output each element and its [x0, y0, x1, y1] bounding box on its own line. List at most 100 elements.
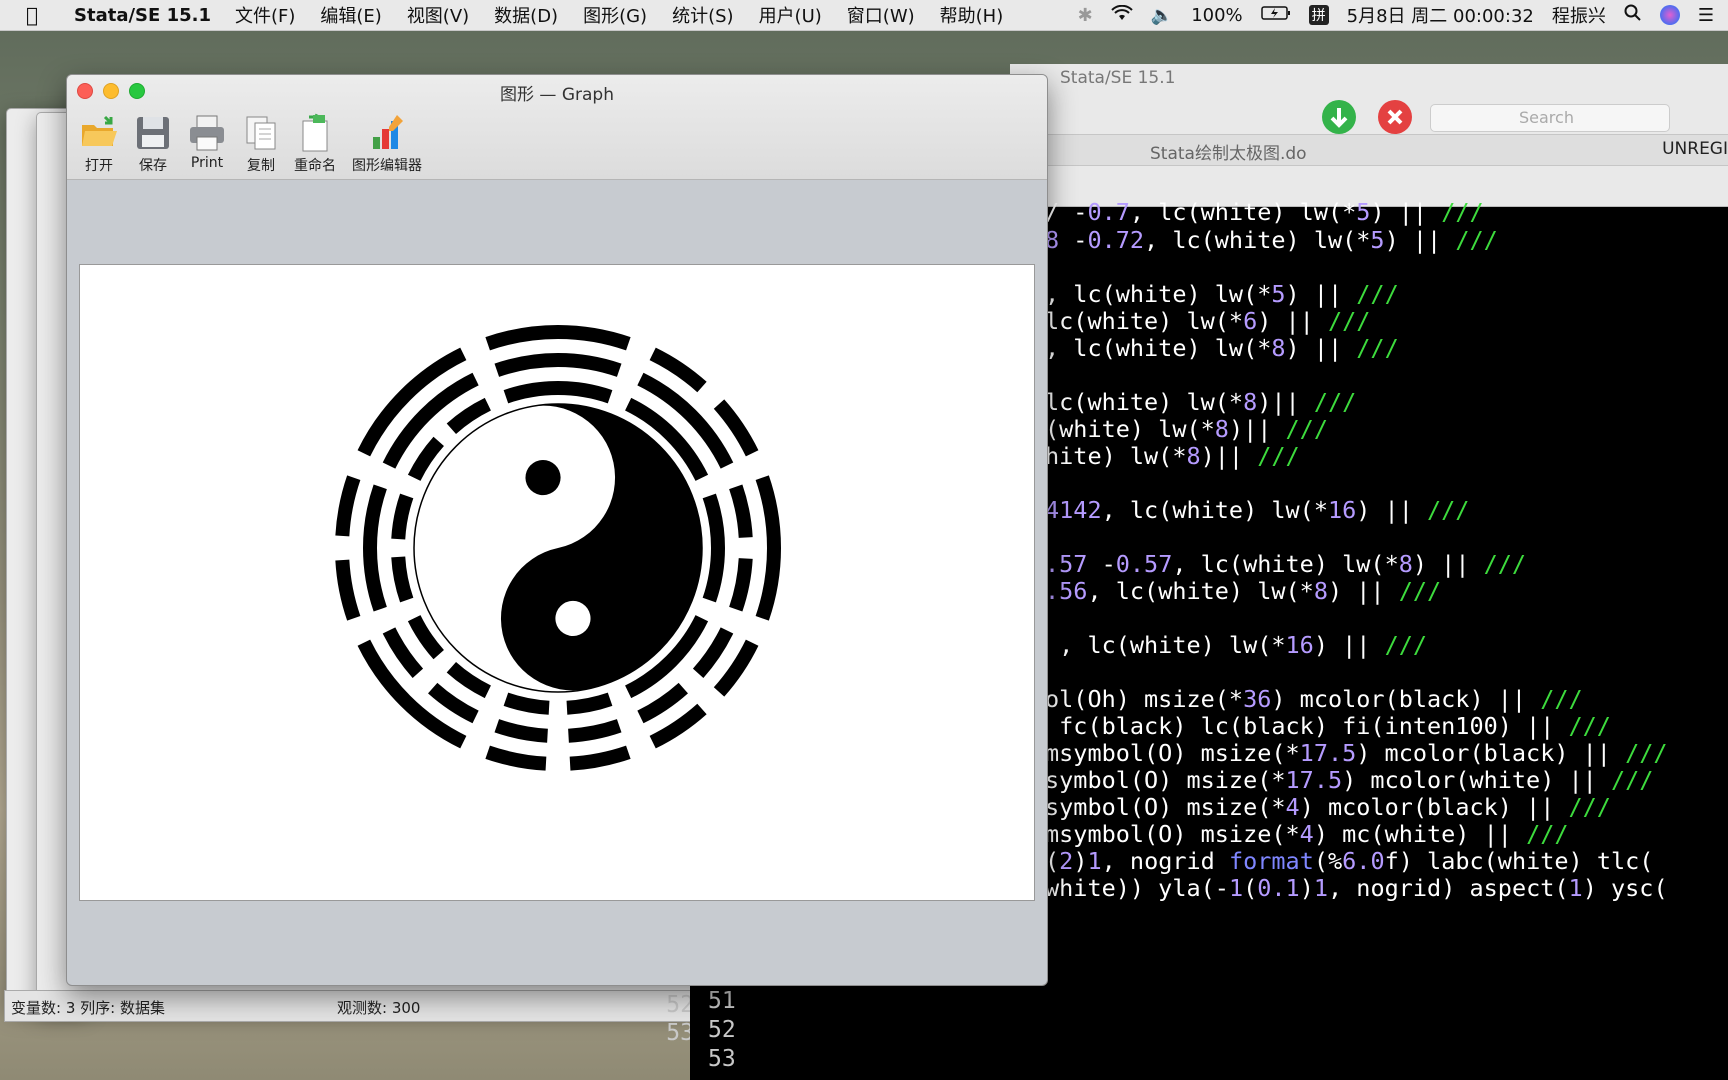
- trigram-broken-line: [503, 692, 550, 715]
- code-line: symbol(O) msize(*4) mcolor(black) || ///: [1045, 793, 1611, 821]
- trigram-broken-line: [335, 475, 361, 537]
- siri-icon[interactable]: [1659, 5, 1680, 25]
- trigram-broken-line: [494, 719, 549, 743]
- trigram-solid-line: [485, 325, 631, 351]
- line-number: 53: [708, 1046, 736, 1072]
- code-line: , lc(white) lw(*5) || ///: [1045, 280, 1399, 308]
- menu-window[interactable]: 窗口(W): [847, 2, 915, 28]
- editor-search-input[interactable]: Search: [1430, 104, 1670, 132]
- trigram-solid-line: [503, 381, 613, 404]
- editor-search-placeholder: Search: [1519, 108, 1574, 127]
- rename-icon: [302, 113, 328, 152]
- save-button[interactable]: 保存: [125, 113, 181, 175]
- wifi-icon[interactable]: [1111, 4, 1133, 26]
- bluetooth-icon[interactable]: ✱: [1078, 5, 1093, 26]
- code-line: 4142, lc(white) lw(*16) || ///: [1045, 496, 1470, 524]
- menu-user[interactable]: 用户(U): [759, 2, 822, 28]
- trigram-broken-line: [485, 745, 547, 771]
- floppy-disk-icon: [137, 117, 169, 149]
- menu-help[interactable]: 帮助(H): [940, 2, 1004, 28]
- code-line: .57 -0.57, lc(white) lw(*8) || ///: [1045, 550, 1527, 578]
- trigram-broken-line: [567, 719, 622, 743]
- code-line: 8 -0.72, lc(white) lw(*5) || ///: [1045, 226, 1498, 254]
- unregistered-label: UNREGI: [1662, 139, 1728, 159]
- trigram-solid-line: [494, 353, 622, 377]
- trigram-broken-line: [566, 692, 613, 715]
- code-line: msymbol(O) msize(*17.5) mcolor(black) ||…: [1045, 739, 1668, 767]
- trigram-broken-line: [335, 559, 361, 621]
- trigram-broken-line: [569, 745, 631, 771]
- graph-editor-icon: [373, 115, 403, 149]
- menu-file[interactable]: 文件(F): [235, 2, 295, 28]
- code-line: (2)1, nogrid format(%6.0f) labc(white) t…: [1045, 847, 1654, 875]
- editor-tab-file[interactable]: Stata绘制太极图.do: [1150, 139, 1307, 164]
- folder-open-icon: [82, 115, 117, 146]
- trigram-broken-line: [637, 682, 688, 724]
- graph-canvas[interactable]: [79, 264, 1035, 901]
- graph-window: 图形 — Graph 打开 保存 Print 复制 重命名 图形编辑器: [66, 74, 1048, 986]
- menu-statistics[interactable]: 统计(S): [672, 2, 733, 28]
- open-label: 打开: [85, 158, 113, 174]
- user-name[interactable]: 程振兴: [1552, 2, 1606, 28]
- do-button-icon[interactable]: [1322, 100, 1356, 134]
- menu-graphics[interactable]: 图形(G): [583, 2, 647, 28]
- trigram-solid-line: [755, 475, 781, 621]
- open-button[interactable]: 打开: [71, 113, 127, 175]
- status-area: ✱ 🔈 100% 拼 5月8日 周二 00:00:32 程振兴 ☰: [1078, 0, 1714, 30]
- notification-center-icon[interactable]: ☰: [1698, 5, 1714, 26]
- volume-icon[interactable]: 🔈: [1151, 5, 1173, 26]
- printer-icon: [190, 115, 224, 151]
- trigram-broken-line: [729, 557, 753, 612]
- editor-toolbar: Stata/SE 15.1 Search Stata绘制太极图.do UNREG…: [1010, 64, 1728, 207]
- line-number: 53: [666, 1020, 694, 1046]
- trigram-broken-line: [428, 682, 479, 724]
- trigram-solid-line: [363, 484, 387, 612]
- battery-icon[interactable]: [1260, 5, 1291, 26]
- editor-gutter: 51 52 53: [690, 984, 1010, 1080]
- graph-window-titlebar: 图形 — Graph 打开 保存 Print 复制 重命名 图形编辑器: [67, 75, 1047, 180]
- code-line: , lc(white) lw(*16) || ///: [1045, 631, 1428, 659]
- rename-label: 重命名: [294, 158, 336, 174]
- menu-view[interactable]: 视图(V): [407, 2, 469, 28]
- do-file-editor-window: Stata/SE 15.1 Search Stata绘制太极图.do UNREG…: [666, 64, 1728, 1080]
- trigram-broken-line: [382, 627, 424, 678]
- data-window-status-right: 观测数: 300: [337, 999, 421, 1017]
- code-line: fc(black) lc(black) fi(inten100) || ///: [1045, 712, 1611, 740]
- code-line: (white) lw(*8)|| ///: [1045, 415, 1328, 443]
- line-number: 52: [708, 1017, 736, 1043]
- rename-button[interactable]: 重命名: [287, 113, 343, 175]
- menu-bar:  Stata/SE 15.1 文件(F) 编辑(E) 视图(V) 数据(D) …: [0, 0, 1728, 31]
- save-label: 保存: [139, 158, 167, 174]
- code-line: / -0.7, lc(white) lw(*5) || ///: [1045, 198, 1484, 226]
- graph-editor-button[interactable]: 图形编辑器: [343, 113, 431, 175]
- stop-button-icon[interactable]: [1378, 100, 1412, 134]
- spotlight-search-icon[interactable]: [1624, 4, 1642, 27]
- code-line: ol(Oh) msize(*36) mcolor(black) || ///: [1045, 685, 1583, 713]
- editor-window-title: Stata/SE 15.1: [1060, 68, 1176, 88]
- apple-icon[interactable]: : [26, 3, 56, 27]
- line-number: 51: [708, 988, 736, 1014]
- code-line: , lc(white) lw(*8) || ///: [1045, 334, 1399, 362]
- menu-edit[interactable]: 编辑(E): [320, 2, 381, 28]
- code-line: msymbol(O) msize(*4) mc(white) || ///: [1045, 820, 1569, 848]
- copy-button[interactable]: 复制: [233, 113, 289, 175]
- menu-data[interactable]: 数据(D): [494, 2, 558, 28]
- clock[interactable]: 5月8日 周二 00:00:32: [1347, 2, 1534, 28]
- print-label: Print: [190, 155, 224, 171]
- editor-tab-bar: Stata绘制太极图.do UNREGI: [1010, 134, 1728, 166]
- graph-editor-label: 图形编辑器: [352, 158, 422, 174]
- trigram-broken-line: [391, 556, 414, 603]
- code-line: white)) yla(-1(0.1)1, nogrid) aspect(1) …: [1045, 874, 1668, 902]
- code-area[interactable]: / -0.7, lc(white) lw(*5) || /// 8 -0.72,…: [666, 198, 1728, 1080]
- trigram-broken-line: [692, 627, 734, 678]
- code-line: .56, lc(white) lw(*8) || ///: [1045, 577, 1442, 605]
- trigram-broken-line: [391, 493, 414, 540]
- data-window-statusbar: 变量数: 3 列序: 数据集 观测数: 300: [4, 990, 692, 1022]
- code-line: lc(white) lw(*6) || ///: [1045, 307, 1371, 335]
- print-button[interactable]: Print: [179, 113, 235, 171]
- input-method-icon[interactable]: 拼: [1308, 5, 1329, 25]
- trigram-solid-line: [702, 493, 725, 603]
- taiji-bagua-figure: [335, 325, 781, 771]
- app-name-menu[interactable]: Stata/SE 15.1: [74, 5, 211, 26]
- copy-label: 复制: [247, 158, 275, 174]
